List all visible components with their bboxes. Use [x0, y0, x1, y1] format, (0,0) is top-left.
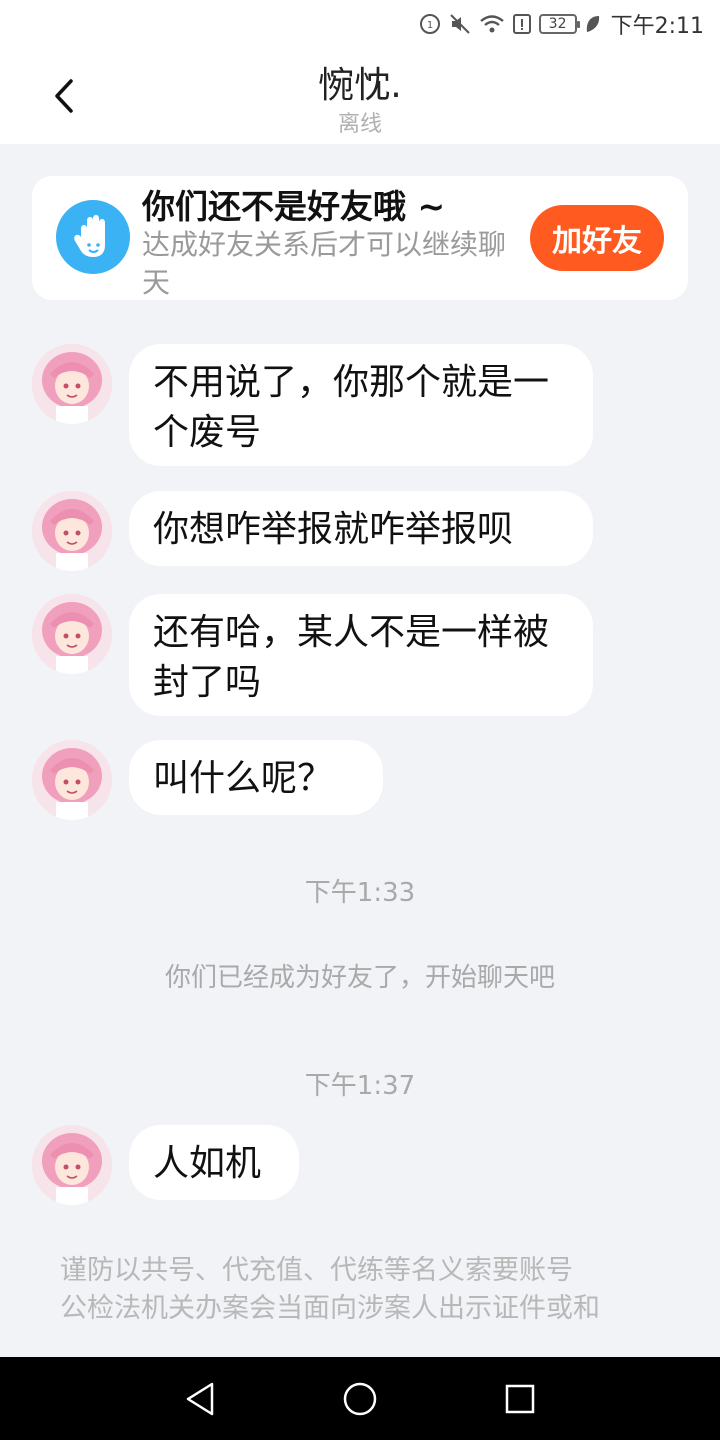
nav-home-button[interactable]: [338, 1377, 382, 1421]
timestamp: 下午1:37: [304, 1071, 416, 1101]
svg-text:1: 1: [426, 20, 432, 31]
system-message: 你们已经成为好友了，开始聊天吧: [164, 963, 555, 993]
friend-request-card: 你们还不是好友哦 ~ 达成好友关系后才可以继续聊天 加好友: [32, 176, 688, 300]
status-bar: 1 32 下午2:11: [0, 0, 720, 48]
chat-header: 惋忱. 离线: [0, 48, 720, 144]
navigation-bar: [0, 1357, 720, 1440]
status-time: 下午2:11: [610, 14, 704, 39]
add-friend-button[interactable]: 加好友: [530, 205, 664, 271]
nav-back-button[interactable]: [178, 1377, 222, 1421]
mute-icon: [449, 14, 470, 34]
leaf-icon: [586, 16, 599, 32]
battery-icon: 32: [538, 14, 580, 34]
avatar[interactable]: [32, 594, 112, 674]
online-status: 离线: [337, 112, 382, 137]
nav-recents-button[interactable]: [498, 1377, 542, 1421]
nav-home-icon: [343, 1382, 377, 1416]
message-bubble[interactable]: 还有哈，某人不是一样被封了吗: [129, 594, 593, 716]
avatar[interactable]: [32, 740, 112, 820]
notice-line: 公检法机关办案会当面向涉案人出示证件或和: [60, 1293, 600, 1324]
hand-icon: [56, 200, 130, 274]
message-bubble[interactable]: 人如机: [129, 1125, 299, 1200]
safety-notice: 谨防以共号、代充值、代练等名义索要账号 公检法机关办案会当面向涉案人出示证件或和: [60, 1252, 660, 1328]
timestamp: 下午1:33: [304, 878, 416, 908]
nav-back-icon: [186, 1382, 214, 1416]
avatar[interactable]: [32, 491, 112, 571]
card-description: 达成好友关系后才可以继续聊天: [142, 228, 507, 299]
nav-recents-icon: [505, 1384, 535, 1414]
status-icons: 1 32 下午2:11: [419, 10, 704, 39]
alert-icon: [512, 14, 531, 34]
avatar[interactable]: [32, 344, 112, 424]
chat-title: 惋忱.: [318, 65, 402, 106]
notice-line: 谨防以共号、代充值、代练等名义索要账号: [60, 1255, 573, 1286]
message-bubble[interactable]: 不用说了，你那个就是一个废号: [129, 344, 593, 466]
avatar[interactable]: [32, 1125, 112, 1205]
card-title: 你们还不是好友哦 ~: [142, 187, 446, 226]
wifi-icon: [479, 15, 504, 33]
message-bubble[interactable]: 你想咋举报就咋举报呗: [129, 491, 593, 566]
data-saver-icon: 1: [419, 14, 440, 34]
message-bubble[interactable]: 叫什么呢？: [129, 740, 383, 815]
